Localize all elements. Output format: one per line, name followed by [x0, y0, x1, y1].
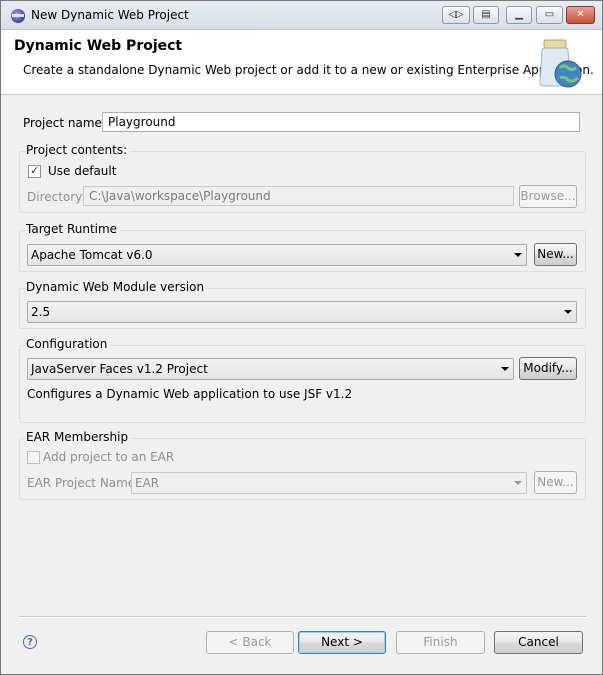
ear-project-value: EAR [135, 476, 160, 490]
target-runtime-label: Target Runtime [26, 222, 121, 236]
modify-button[interactable]: Modify... [519, 357, 577, 380]
browse-button[interactable]: Browse... [519, 185, 577, 208]
window-title: New Dynamic Web Project [31, 8, 189, 22]
target-runtime-select[interactable]: Apache Tomcat v6.0 [27, 244, 527, 266]
directory-input[interactable]: C:\Java\workspace\Playground [83, 186, 514, 206]
project-name-input[interactable]: Playground [102, 112, 580, 132]
cancel-button[interactable]: Cancel [494, 631, 583, 654]
configuration-description: Configures a Dynamic Web application to … [27, 387, 353, 401]
configuration-select[interactable]: JavaServer Faces v1.2 Project [27, 358, 514, 380]
ear-membership-label: EAR Membership [26, 430, 132, 444]
close-button[interactable]: ✕ [566, 6, 595, 24]
page-title: Dynamic Web Project [14, 38, 183, 54]
configuration-group [19, 345, 586, 423]
chevron-down-icon [501, 367, 509, 371]
use-default-label[interactable]: Use default [48, 164, 116, 178]
title-bar: New Dynamic Web Project ◁▷ ▤ ▁ ▭ ✕ [1, 1, 602, 30]
new-runtime-button[interactable]: New... [534, 243, 577, 266]
target-runtime-value: Apache Tomcat v6.0 [31, 248, 153, 262]
help-icon[interactable]: ? [23, 635, 37, 649]
chevron-down-icon [564, 310, 572, 314]
finish-button[interactable]: Finish [396, 631, 485, 654]
configuration-label: Configuration [26, 337, 111, 351]
new-ear-button[interactable]: New... [534, 471, 577, 494]
web-project-jar-globe-icon [539, 39, 582, 88]
chevron-down-icon [514, 253, 522, 257]
dialog-window: New Dynamic Web Project ◁▷ ▤ ▁ ▭ ✕ Dynam… [0, 0, 603, 675]
module-version-select[interactable]: 2.5 [27, 301, 577, 323]
page-description: Create a standalone Dynamic Web project … [23, 63, 594, 77]
configuration-value: JavaServer Faces v1.2 Project [31, 362, 208, 376]
back-button[interactable]: < Back [206, 631, 294, 654]
maximize-button[interactable]: ▭ [536, 6, 563, 24]
footer-separator [19, 616, 586, 618]
project-contents-label: Project contents: [26, 143, 131, 157]
ear-project-name-label: EAR Project Name: [27, 476, 140, 490]
chevron-down-icon [514, 481, 522, 485]
module-version-label: Dynamic Web Module version [26, 280, 208, 294]
arrows-icon-button[interactable]: ◁▷ [442, 6, 470, 24]
add-to-ear-checkbox[interactable] [27, 451, 40, 464]
project-name-label: Project name: [23, 116, 106, 130]
next-button[interactable]: Next > [298, 631, 386, 654]
ear-project-select[interactable]: EAR [131, 472, 527, 494]
eclipse-app-icon [11, 9, 25, 23]
directory-label: Directory: [27, 190, 86, 204]
window-menu-icon-button[interactable]: ▤ [473, 6, 499, 24]
use-default-checkbox[interactable] [28, 164, 41, 178]
module-version-value: 2.5 [31, 305, 51, 319]
minimize-button[interactable]: ▁ [506, 6, 532, 24]
wizard-header: Dynamic Web Project Create a standalone … [1, 30, 602, 95]
add-to-ear-label[interactable]: Add project to an EAR [43, 450, 174, 464]
